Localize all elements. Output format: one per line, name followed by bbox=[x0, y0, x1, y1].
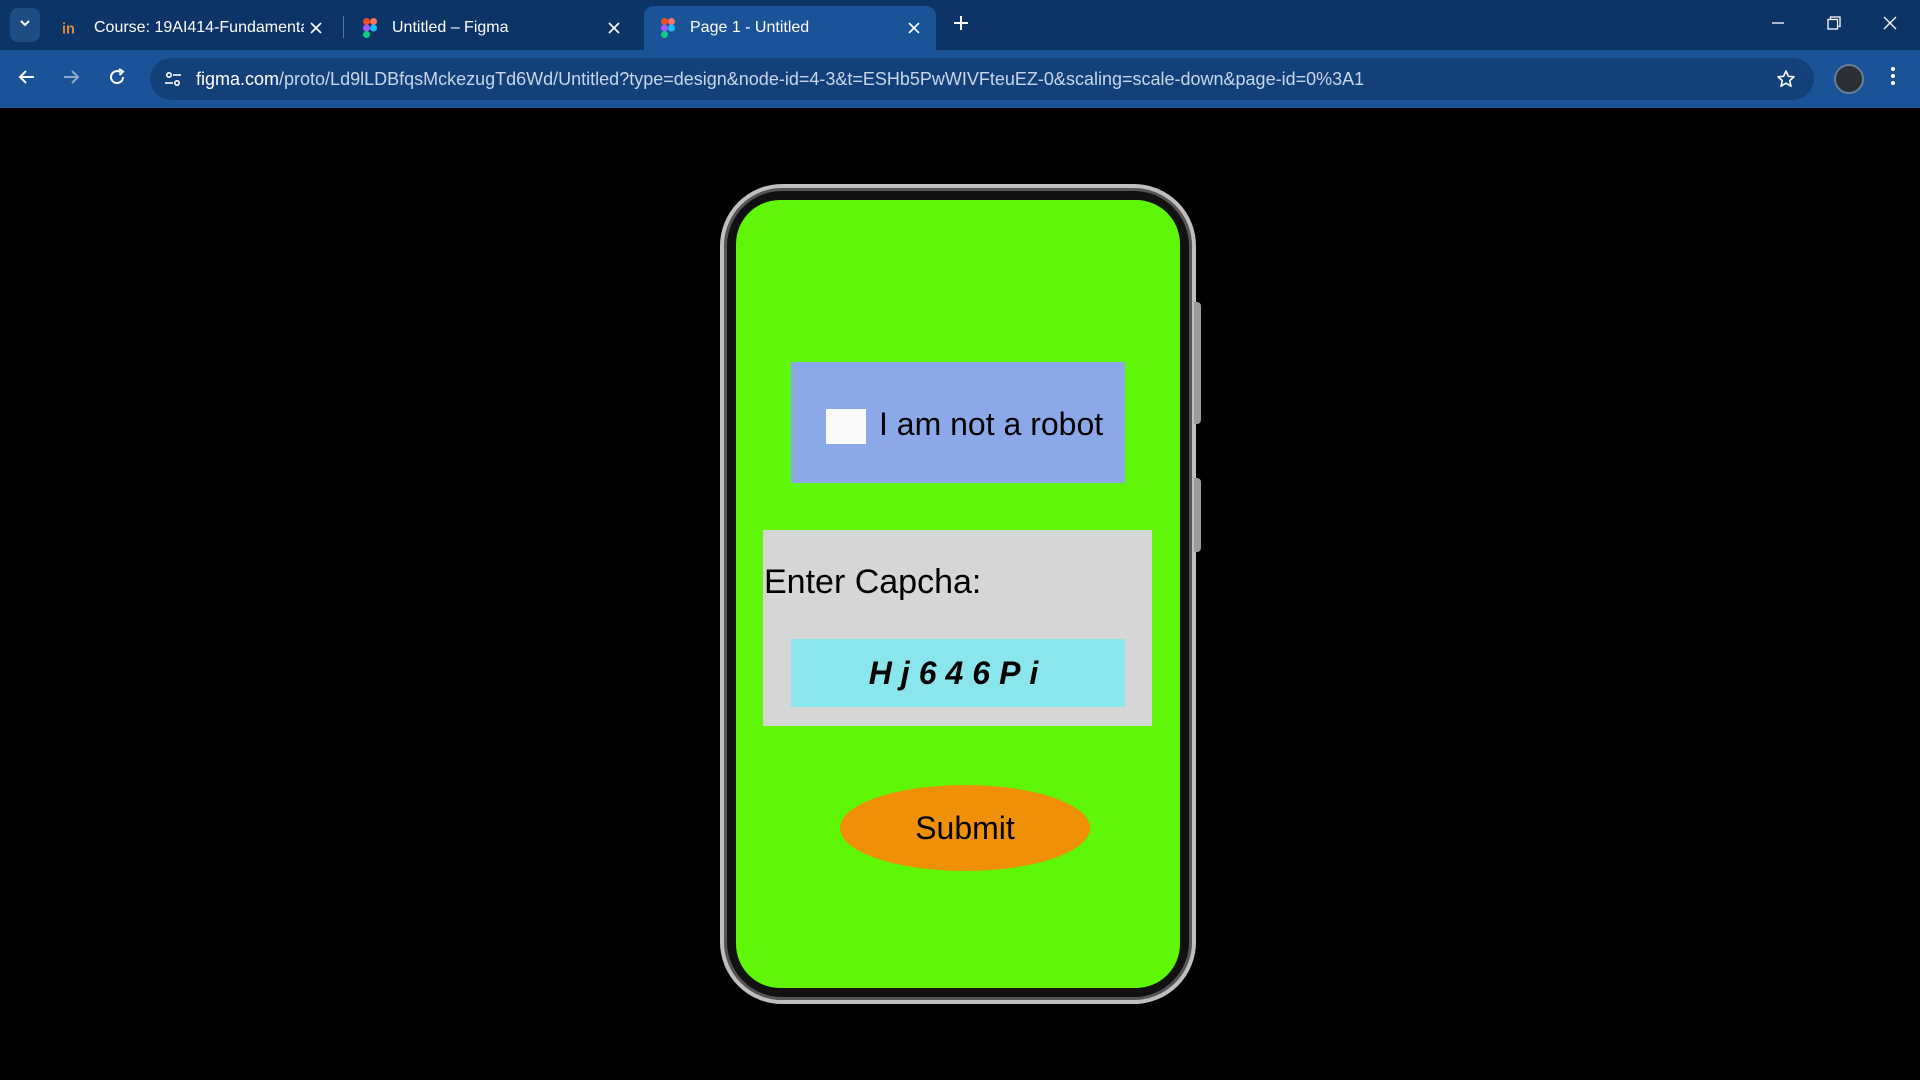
plus-icon bbox=[953, 15, 969, 36]
url-text[interactable]: figma.com/proto/Ld9lLDBfqsMckezugTd6Wd/U… bbox=[196, 69, 1364, 90]
robot-check-label: I am not a robot bbox=[879, 406, 1104, 442]
url-host: figma.com bbox=[196, 69, 280, 89]
close-tab-icon[interactable] bbox=[602, 16, 626, 40]
figma-icon bbox=[658, 18, 678, 38]
svg-text:in: in bbox=[62, 21, 75, 36]
close-tab-icon[interactable] bbox=[902, 16, 926, 40]
arrow-left-icon bbox=[17, 67, 37, 92]
tab-title: Untitled – Figma bbox=[392, 19, 509, 36]
browser-toolbar: figma.com/proto/Ld9lLDBfqsMckezugTd6Wd/U… bbox=[0, 50, 1920, 108]
tab-divider bbox=[343, 16, 344, 38]
arrow-right-icon bbox=[61, 67, 81, 92]
minimize-icon bbox=[1771, 16, 1785, 35]
browser-menu-button[interactable] bbox=[1880, 62, 1906, 94]
site-info-icon[interactable] bbox=[160, 66, 186, 92]
close-icon bbox=[1883, 16, 1897, 35]
chevron-down-icon bbox=[18, 16, 32, 35]
tab-figma-editor[interactable]: Untitled – Figma bbox=[346, 6, 636, 50]
url-path: /proto/Ld9lLDBfqsMckezugTd6Wd/Untitled?t… bbox=[279, 69, 1365, 89]
figma-icon bbox=[360, 18, 380, 38]
close-tab-icon[interactable] bbox=[304, 16, 328, 40]
forward-button[interactable] bbox=[56, 64, 86, 94]
new-tab-button[interactable] bbox=[948, 12, 974, 38]
profile-avatar[interactable] bbox=[1834, 64, 1864, 94]
restore-button[interactable] bbox=[1814, 10, 1854, 40]
close-window-button[interactable] bbox=[1870, 10, 1910, 40]
captcha-code: Hj646Pi bbox=[791, 639, 1125, 707]
back-button[interactable] bbox=[12, 64, 42, 94]
captcha-label: Enter Capcha: bbox=[764, 563, 982, 601]
minimize-button[interactable] bbox=[1758, 10, 1798, 40]
address-bar[interactable]: figma.com/proto/Ld9lLDBfqsMckezugTd6Wd/U… bbox=[150, 58, 1814, 100]
reload-button[interactable] bbox=[102, 64, 132, 94]
tab-strip: in Course: 19AI414-Fundamentals Untitled… bbox=[0, 0, 1920, 50]
tab-search-button[interactable] bbox=[10, 8, 40, 42]
phone-side-button bbox=[1194, 478, 1201, 552]
bookmark-star-icon[interactable] bbox=[1774, 67, 1798, 91]
tab-prototype[interactable]: Page 1 - Untitled bbox=[644, 6, 936, 50]
submit-button[interactable]: Submit bbox=[840, 785, 1090, 871]
phone-side-button bbox=[1194, 302, 1201, 424]
restore-icon bbox=[1827, 15, 1841, 35]
robot-checkbox[interactable] bbox=[826, 409, 866, 444]
tab-title: Page 1 - Untitled bbox=[690, 19, 810, 36]
tab-course[interactable]: in Course: 19AI414-Fundamentals bbox=[48, 6, 338, 50]
more-vertical-icon bbox=[1890, 66, 1896, 91]
tab-title: Course: 19AI414-Fundamentals bbox=[94, 19, 304, 36]
inknoe-icon: in bbox=[62, 18, 82, 38]
reload-icon bbox=[107, 67, 127, 92]
